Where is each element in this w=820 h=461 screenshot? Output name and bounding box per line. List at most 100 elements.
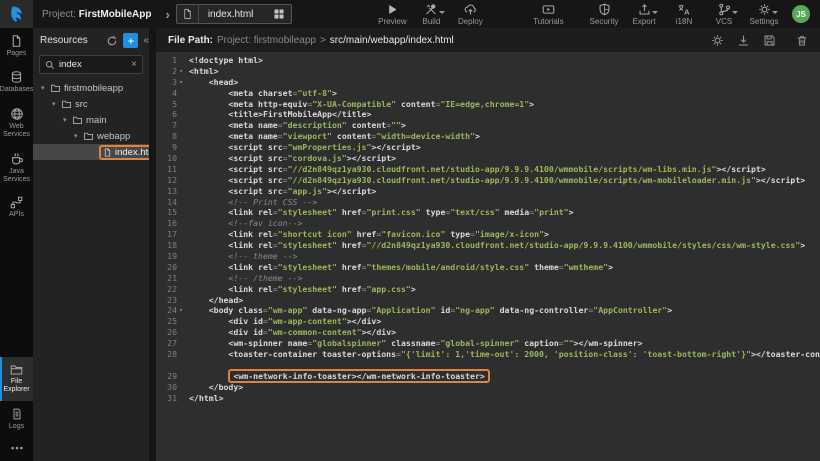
- grid-icon[interactable]: [267, 8, 291, 20]
- code-line[interactable]: 2▾<html>: [156, 66, 820, 77]
- code-line[interactable]: 19 <!-- theme -->: [156, 251, 820, 262]
- fold-gutter: [177, 262, 185, 273]
- vcs-button[interactable]: VCS: [706, 2, 742, 26]
- line-number: 1: [156, 55, 177, 66]
- code-line[interactable]: 11 <script src="//d2n849qz1ya930.cloudfr…: [156, 164, 820, 175]
- tree-expand-caret-icon[interactable]: ▾: [41, 84, 50, 92]
- file-tab[interactable]: index.html: [176, 4, 293, 24]
- delete-button[interactable]: [796, 34, 808, 47]
- code-line[interactable]: 29 <wm-network-info-toaster></wm-network…: [156, 371, 820, 382]
- code-line[interactable]: 1<!doctype html>: [156, 55, 820, 66]
- code-line[interactable]: 31</html>: [156, 393, 820, 404]
- tree-row-index-html[interactable]: index.html: [33, 144, 149, 160]
- security-icon: [598, 2, 611, 16]
- sidebar-item-logs[interactable]: Logs: [0, 401, 33, 437]
- code-line[interactable]: 17 <link rel="shortcut icon" href="favic…: [156, 229, 820, 240]
- sidebar-item-apis[interactable]: APIs: [0, 190, 33, 225]
- file-tree: ▾firstmobileapp▾src▾main▾webappindex.htm…: [33, 80, 149, 461]
- tree-row-webapp[interactable]: ▾webapp: [33, 128, 149, 144]
- tree-row-main[interactable]: ▾main: [33, 112, 149, 128]
- tutorials-icon: [541, 2, 556, 16]
- line-number: 9: [156, 142, 177, 153]
- code-line[interactable]: 21 <!-- /theme -->: [156, 273, 820, 284]
- build-button[interactable]: Build: [413, 2, 449, 26]
- file-path-value: src/main/webapp/index.html: [330, 35, 454, 46]
- tree-expand-caret-icon[interactable]: ▾: [52, 100, 61, 108]
- more-options-button[interactable]: [0, 437, 33, 461]
- code-line[interactable]: 9 <script src="wmProperties.js"></script…: [156, 142, 820, 153]
- code-line[interactable]: 14 <!-- Print CSS -->: [156, 197, 820, 208]
- sidebar-item-java-services[interactable]: Java Services: [0, 146, 33, 191]
- add-resource-button[interactable]: +: [123, 33, 138, 48]
- code-line[interactable]: 13 <script src="app.js"></script>: [156, 186, 820, 197]
- code-line[interactable]: 12 <script src="//d2n849qz1ya930.cloudfr…: [156, 175, 820, 186]
- code-line[interactable]: 27 <wm-spinner name="globalspinner" clas…: [156, 338, 820, 349]
- tutorials-button[interactable]: Tutorials: [530, 2, 566, 26]
- code-line[interactable]: 23 </head>: [156, 295, 820, 306]
- code-line[interactable]: 7 <meta name="description" content="">: [156, 120, 820, 131]
- tree-row-firstmobileapp[interactable]: ▾firstmobileapp: [33, 80, 149, 96]
- caret-down-icon: [652, 11, 658, 14]
- project-name: FirstMobileApp: [79, 9, 152, 20]
- project-label: Project:: [42, 9, 76, 20]
- tree-expand-caret-icon[interactable]: ▾: [74, 132, 83, 140]
- tree-expand-caret-icon[interactable]: ▾: [63, 116, 72, 124]
- code-line[interactable]: 5 <meta http-equiv="X-UA-Compatible" con…: [156, 99, 820, 110]
- clear-search-icon[interactable]: ×: [131, 59, 137, 70]
- user-avatar[interactable]: JS: [792, 5, 810, 23]
- code-line[interactable]: 10 <script src="cordova.js"></script>: [156, 153, 820, 164]
- code-line[interactable]: 18 <link rel="stylesheet" href="//d2n849…: [156, 240, 820, 251]
- fold-caret-icon[interactable]: ▾: [177, 305, 185, 316]
- fold-gutter: [177, 338, 185, 349]
- code-text: </head>: [185, 295, 243, 306]
- fold-gutter: [177, 316, 185, 327]
- tree-node-label: src: [75, 99, 88, 110]
- code-line[interactable]: 6 <title>FirstMobileApp</title>: [156, 109, 820, 120]
- code-line[interactable]: 25 <div id="wm-app-content"></div>: [156, 316, 820, 327]
- download-button[interactable]: [737, 34, 750, 47]
- preview-button[interactable]: Preview: [374, 2, 410, 26]
- code-line[interactable]: 22 <link rel="stylesheet" href="app.css"…: [156, 284, 820, 295]
- fold-gutter: [177, 197, 185, 208]
- code-line[interactable]: 8 <meta name="viewport" content="width=d…: [156, 131, 820, 142]
- security-button[interactable]: Security: [586, 2, 622, 26]
- line-number: 10: [156, 153, 177, 164]
- settings-button[interactable]: Settings: [746, 2, 782, 26]
- search-input[interactable]: [59, 59, 127, 70]
- code-line[interactable]: 24▾ <body class="wm-app" data-ng-app="Ap…: [156, 305, 820, 316]
- wavemaker-logo-icon: [8, 5, 26, 23]
- i18n-button[interactable]: Ai18N: [666, 2, 702, 26]
- code-line[interactable]: 20 <link rel="stylesheet" href="themes/m…: [156, 262, 820, 273]
- refresh-button[interactable]: [106, 35, 118, 47]
- code-line[interactable]: 28 <toaster-container toaster-options="{…: [156, 349, 820, 360]
- tree-row-src[interactable]: ▾ src: [33, 96, 149, 112]
- code-area[interactable]: 1<!doctype html>2▾<html>3▾ <head>4 <meta…: [156, 52, 820, 461]
- sidebar-item-pages[interactable]: Pages: [0, 28, 33, 64]
- code-line[interactable]: 30 </body>: [156, 382, 820, 393]
- collapse-panel-icon[interactable]: «: [143, 35, 149, 46]
- chevron-right-icon: ›: [165, 7, 169, 22]
- build-icon: [424, 2, 438, 16]
- editor-settings-button[interactable]: [711, 34, 724, 47]
- code-line[interactable]: 3▾ <head>: [156, 77, 820, 88]
- app-logo[interactable]: [0, 0, 33, 28]
- code-text: <head>: [185, 77, 238, 88]
- code-line[interactable]: 16 <!--fav icon-->: [156, 218, 820, 229]
- fold-caret-icon[interactable]: ▾: [177, 66, 185, 77]
- sidebar-item-file-explorer[interactable]: File Explorer: [0, 357, 33, 401]
- fold-caret-icon[interactable]: ▾: [177, 77, 185, 88]
- code-text: <link rel="shortcut icon" href="favicon.…: [185, 229, 549, 240]
- code-line[interactable]: 26 <div id="wm-common-content"></div>: [156, 327, 820, 338]
- fold-gutter: [177, 88, 185, 99]
- sidebar-item-label: Pages: [7, 50, 27, 58]
- app-window: Project: FirstMobileApp › index.html Pre…: [0, 0, 820, 461]
- sidebar-item-databases[interactable]: Databases: [0, 64, 33, 100]
- deploy-button[interactable]: Deploy: [452, 2, 488, 26]
- line-number: 22: [156, 284, 177, 295]
- sidebar-item-web-services[interactable]: Web Services: [0, 101, 33, 146]
- code-line[interactable]: 15 <link rel="stylesheet" href="print.cs…: [156, 207, 820, 218]
- save-button[interactable]: [763, 34, 776, 47]
- export-button[interactable]: Export: [626, 2, 662, 26]
- code-line[interactable]: 4 <meta charset="utf-8">: [156, 88, 820, 99]
- file-path-bar: File Path: Project: firstmobileapp > src…: [156, 28, 820, 52]
